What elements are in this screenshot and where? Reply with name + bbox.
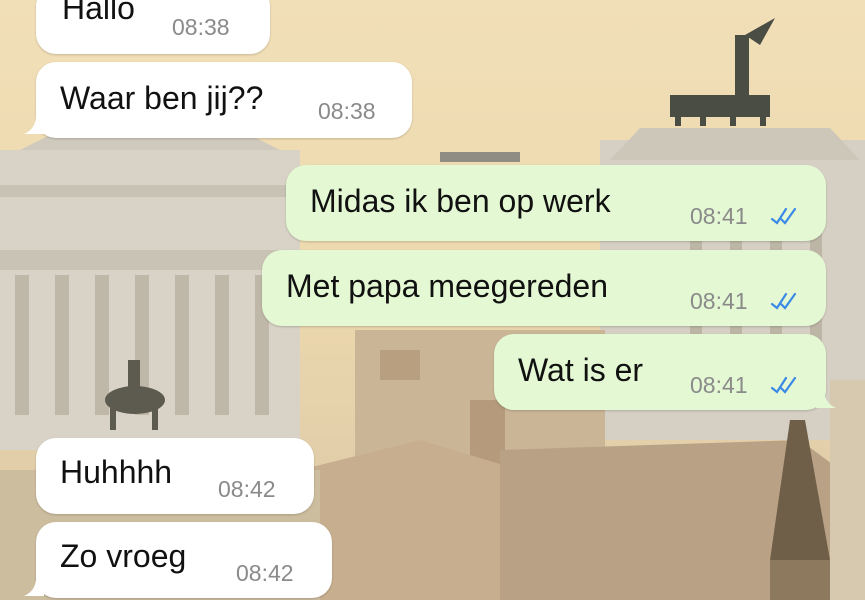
message-timestamp: 08:42: [218, 476, 276, 502]
message-text: Met papa meegereden: [286, 268, 608, 304]
double-check-icon: [770, 207, 797, 225]
message-bubble-incoming[interactable]: Waar ben jij?? 08:38: [24, 62, 412, 138]
message-bubble-incoming[interactable]: Hallo 08:38: [36, 0, 270, 54]
message-bubble-incoming[interactable]: Huhhhh 08:42: [36, 438, 314, 514]
message-bubble-outgoing[interactable]: Wat is er 08:41: [494, 334, 836, 410]
double-check-icon: [770, 292, 797, 310]
message-text: Zo vroeg: [60, 538, 187, 574]
message-bubble-outgoing[interactable]: Midas ik ben op werk 08:41: [286, 165, 826, 241]
message-text: Midas ik ben op werk: [310, 183, 611, 219]
message-timestamp: 08:38: [318, 98, 376, 124]
message-text: Waar ben jij??: [60, 80, 264, 116]
message-timestamp: 08:41: [690, 288, 748, 314]
message-timestamp: 08:42: [236, 560, 294, 586]
message-bubble-incoming[interactable]: Zo vroeg 08:42: [24, 522, 332, 598]
bubble-tail: [816, 384, 836, 408]
message-text: Wat is er: [518, 352, 644, 388]
bubble-tail: [24, 110, 44, 134]
message-timestamp: 08:41: [690, 203, 748, 229]
message-timestamp: 08:41: [690, 372, 748, 398]
double-check-icon: [770, 376, 797, 394]
message-text: Hallo: [62, 0, 135, 26]
message-text: Huhhhh: [60, 454, 173, 490]
message-timestamp: 08:38: [172, 14, 230, 40]
message-bubble-outgoing[interactable]: Met papa meegereden 08:41: [262, 250, 826, 326]
bubble-tail: [24, 572, 44, 596]
